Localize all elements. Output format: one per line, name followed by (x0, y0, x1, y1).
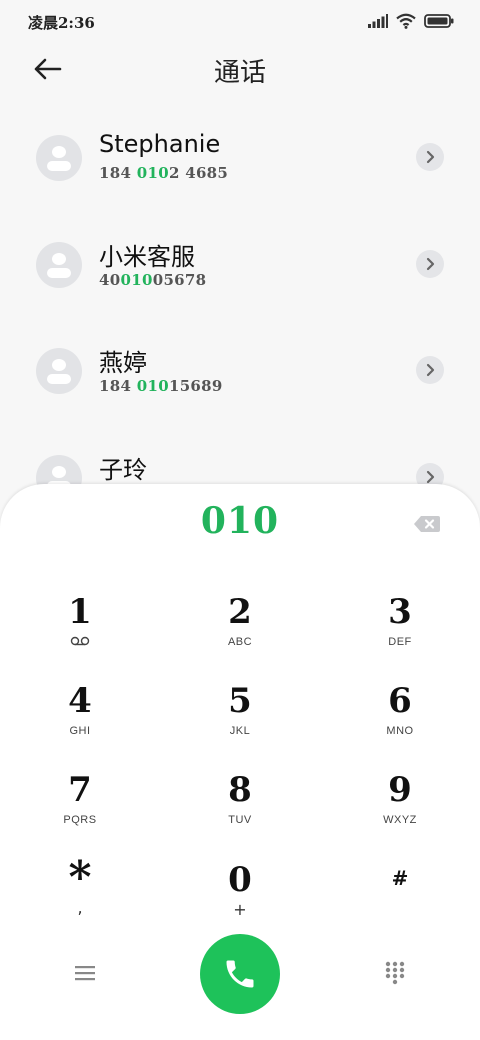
voicemail-icon (70, 636, 90, 646)
key-8[interactable]: 8 TUV (180, 770, 300, 850)
contact-detail-button[interactable] (416, 143, 444, 171)
key-letters: GHI (69, 725, 91, 737)
key-digit: 1 (68, 592, 92, 632)
signal-icon (368, 14, 388, 28)
key-letters: JKL (229, 725, 251, 737)
chevron-right-icon (426, 150, 435, 164)
key-letters: DEF (388, 636, 412, 648)
dial-number-display[interactable]: 010 (0, 500, 480, 542)
contact-row[interactable]: Stephanie 184 0102 4685 (0, 110, 480, 206)
menu-icon (75, 966, 95, 981)
key-letters: ABC (227, 636, 253, 648)
dialer-bottom-bar (0, 932, 480, 1016)
key-hash[interactable]: # (340, 858, 460, 938)
phone-icon (226, 960, 254, 988)
key-digit: * (68, 852, 92, 903)
contact-detail-button[interactable] (416, 356, 444, 384)
avatar (36, 135, 82, 181)
avatar (36, 242, 82, 288)
contact-number: 184 0102 4685 (99, 164, 229, 182)
avatar (36, 348, 82, 394)
key-digit: 7 (68, 770, 92, 810)
key-2[interactable]: 2 ABC (180, 592, 300, 672)
key-letters (20, 636, 140, 649)
key-digit: 0 (228, 860, 252, 900)
number-match-highlight: 010 (136, 377, 169, 395)
key-1[interactable]: 1 (20, 592, 140, 672)
key-digit: 3 (388, 592, 412, 632)
key-digit: 6 (388, 681, 412, 721)
keypad-toggle-button[interactable] (380, 958, 410, 988)
number-match-highlight: 010 (136, 164, 169, 182)
backspace-icon (414, 516, 440, 532)
key-digit: 5 (228, 681, 252, 721)
key-9[interactable]: 9 WXYZ (340, 770, 460, 850)
contact-row[interactable]: 燕婷 184 01015689 (0, 323, 480, 419)
key-letters: + (233, 900, 247, 919)
dialpad-sheet: 010 1 2 ABC 3 DEF 4 GHI 5 JKL 6 MNO 7 PQ… (0, 484, 480, 1040)
key-digit: 8 (228, 770, 252, 810)
key-3[interactable]: 3 DEF (340, 592, 460, 672)
key-digit: 4 (68, 681, 92, 721)
key-star[interactable]: * , (20, 852, 140, 938)
key-0[interactable]: 0 + (180, 860, 300, 940)
number-match-highlight: 010 (120, 271, 153, 289)
chevron-right-icon (426, 363, 435, 377)
chevron-right-icon (426, 257, 435, 271)
contact-detail-button[interactable] (416, 250, 444, 278)
status-icons (368, 13, 454, 29)
key-letters: MNO (386, 725, 414, 737)
page-title: 通话 (213, 58, 266, 88)
key-digit: 2 (228, 592, 252, 632)
contact-number: 184 01015689 (99, 377, 223, 395)
contact-name: 小米客服 (99, 243, 195, 271)
key-letters: WXYZ (383, 814, 417, 826)
key-5[interactable]: 5 JKL (180, 681, 300, 761)
key-letters: PQRS (63, 814, 97, 826)
key-digit: # (391, 866, 409, 890)
contact-row[interactable]: 小米客服 4001005678 (0, 217, 480, 313)
menu-button[interactable] (70, 958, 100, 988)
contact-number: 4001005678 (99, 271, 207, 289)
call-button[interactable] (200, 934, 280, 1014)
keypad-icon (385, 961, 405, 985)
key-letters: , (77, 898, 83, 917)
backspace-button[interactable] (413, 514, 443, 536)
status-time: 凌晨2:36 (28, 14, 95, 32)
key-4[interactable]: 4 GHI (20, 681, 140, 761)
key-6[interactable]: 6 MNO (340, 681, 460, 761)
chevron-right-icon (426, 470, 435, 484)
contact-name: 燕婷 (99, 349, 147, 377)
contact-name: 子玲 (99, 456, 147, 484)
status-bar: 凌晨2:36 (0, 0, 480, 44)
contact-name: Stephanie (99, 130, 221, 158)
key-letters: TUV (228, 814, 252, 826)
battery-icon (424, 14, 454, 28)
key-digit: 9 (388, 770, 412, 810)
key-7[interactable]: 7 PQRS (20, 770, 140, 850)
wifi-icon (396, 13, 416, 29)
